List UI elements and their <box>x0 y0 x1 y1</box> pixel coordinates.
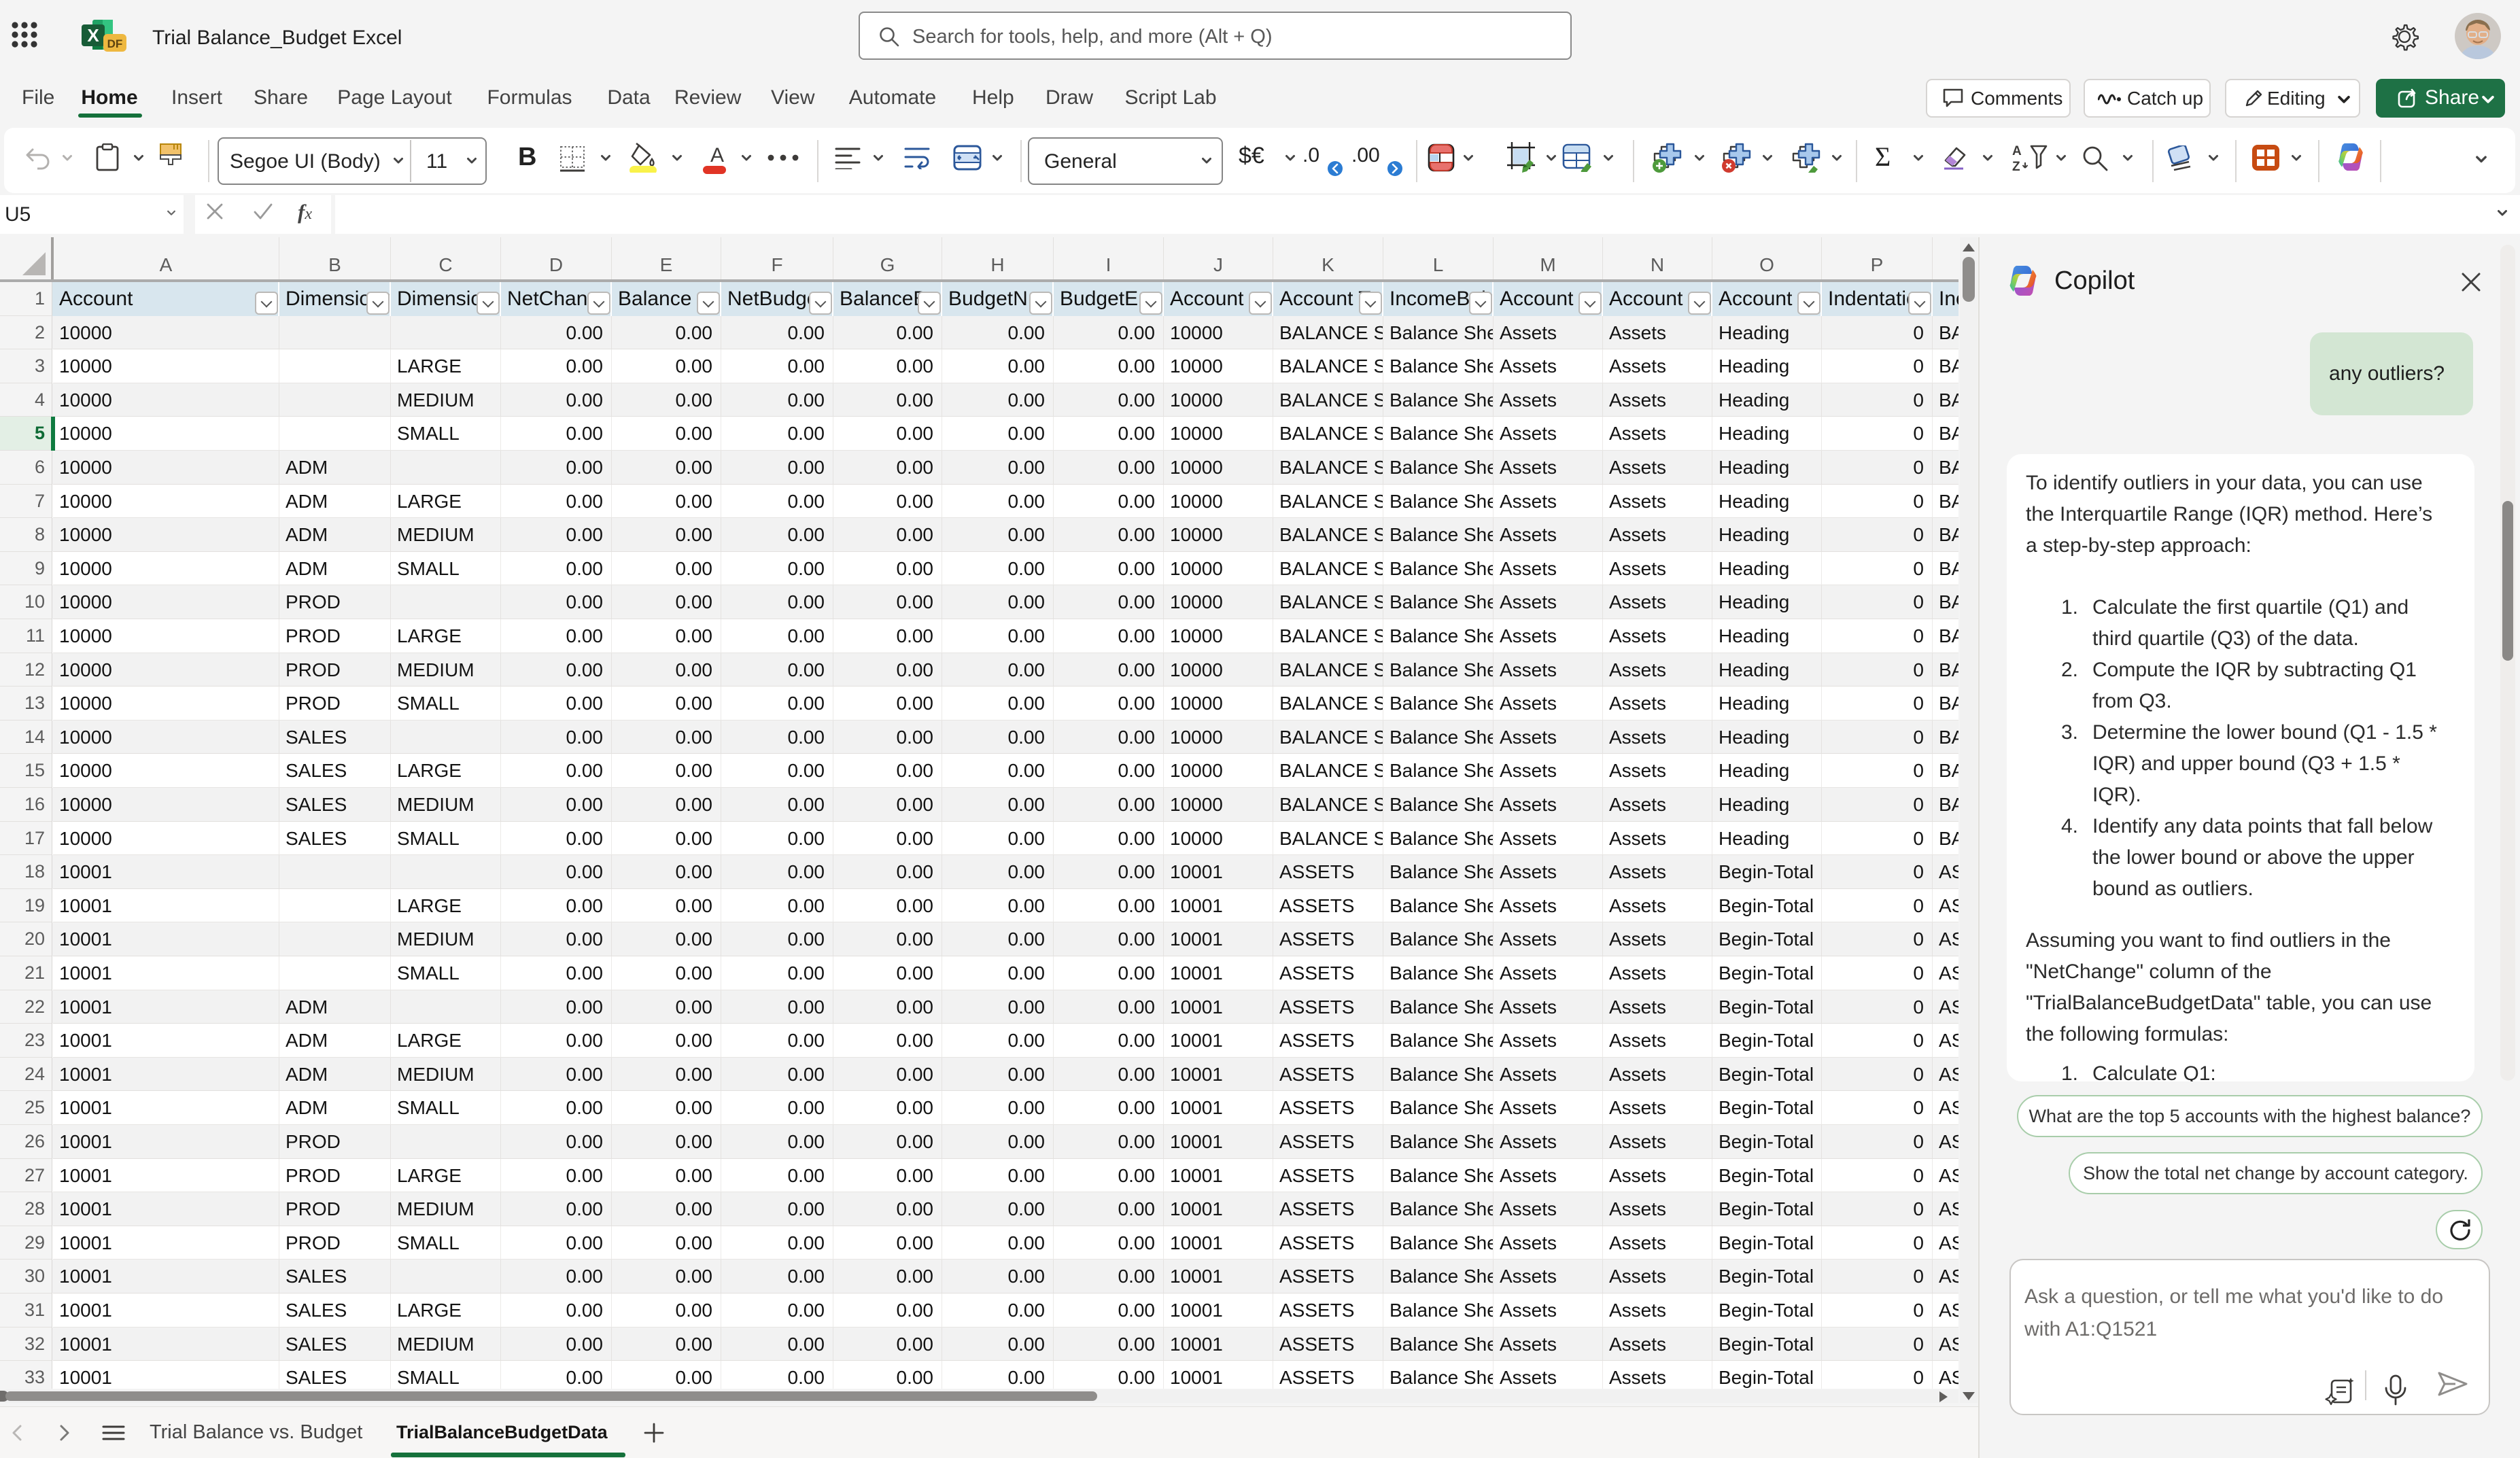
svg-text:Z: Z <box>2012 160 2020 172</box>
svg-text:A: A <box>2012 144 2022 158</box>
svg-text:DF: DF <box>107 37 123 50</box>
svg-text:X: X <box>87 25 99 46</box>
svg-text:A: A <box>710 144 724 167</box>
